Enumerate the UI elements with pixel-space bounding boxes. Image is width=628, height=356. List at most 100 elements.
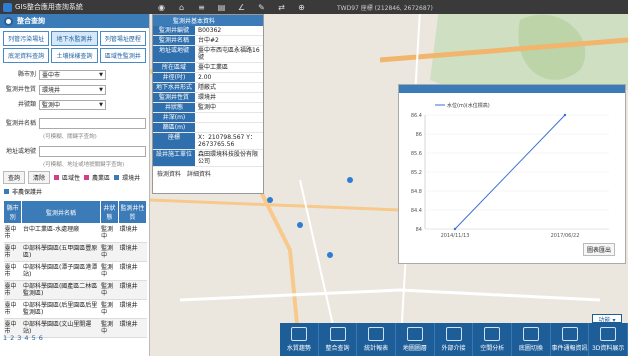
info-row: 設井施工單位 森田環境科技股份有限公司 xyxy=(153,150,263,167)
legend-label: 水位(m)(水位標高) xyxy=(447,102,490,109)
map-layer-icon xyxy=(406,327,423,341)
function-item[interactable]: 外部介接 xyxy=(435,323,474,356)
cell: 環境井 xyxy=(118,242,147,262)
table-row[interactable]: 臺中市 中部科學園區(后里園區后里監測區) 監測中 環境井 xyxy=(3,299,147,319)
legend-item: 區域性 xyxy=(53,173,80,182)
info-row: 監測井編號 B00362 xyxy=(153,26,263,36)
ruler-icon[interactable]: ⇄ xyxy=(276,2,287,13)
info-row: 井深(m) xyxy=(153,113,263,123)
tab-pollution-site[interactable]: 列管污染場址 xyxy=(3,31,50,46)
draw-icon[interactable]: ✎ xyxy=(256,2,267,13)
legend-swatch xyxy=(3,188,10,195)
function-item[interactable]: 地圖圖層 xyxy=(396,323,435,356)
col-well-name: 監測井名稱 xyxy=(21,200,101,224)
pager: 1 2 3 4 5 6 xyxy=(3,334,43,342)
tab-regional-well[interactable]: 區域性監測井 xyxy=(99,48,146,63)
event-icon xyxy=(561,327,578,341)
camera-icon[interactable]: ◉ xyxy=(156,2,167,13)
info-key: 所在區域 xyxy=(153,63,195,72)
x-tick-label: 2014/11/13 xyxy=(441,233,470,239)
basemap-icon xyxy=(522,327,539,341)
well-type-label: 監測井性質 xyxy=(5,86,36,93)
page-link[interactable]: 1 xyxy=(3,334,7,342)
y-tick-label: 84 xyxy=(416,227,422,233)
cell: 中部科學園區(國產區二林區監測區) xyxy=(21,280,101,300)
info-key: 設井施工單位 xyxy=(153,150,195,166)
page-link[interactable]: 5 xyxy=(32,334,36,342)
app-logo-icon xyxy=(3,2,12,12)
panel-header: 整合查詢 xyxy=(0,14,149,28)
info-row: 井徑(吋) 2.00 xyxy=(153,73,263,83)
locate-icon[interactable]: ⊕ xyxy=(296,2,307,13)
function-item[interactable]: 3D資料展示 xyxy=(589,323,628,356)
col-city: 縣市別 xyxy=(2,200,23,224)
function-item[interactable]: 空間分析 xyxy=(473,323,513,356)
info-value: 台中#2 xyxy=(198,37,219,44)
cell: 環境井 xyxy=(118,261,147,281)
tab-monitor-well[interactable]: 地下水監測井 xyxy=(51,31,98,46)
well-name-input[interactable] xyxy=(39,117,146,129)
function-label: 地圖圖層 xyxy=(402,345,427,352)
integrated-query-icon xyxy=(329,327,346,341)
info-row: 座標 X：210798.567 Y：2673765.56 xyxy=(153,133,263,150)
function-item[interactable]: 整合查詢 xyxy=(319,323,358,356)
layers-icon[interactable]: ≡ xyxy=(196,2,207,13)
chevron-down-icon: ▼ xyxy=(99,101,103,108)
page-link[interactable]: 4 xyxy=(24,334,28,342)
print-icon[interactable]: ▤ xyxy=(216,2,227,13)
address-input[interactable] xyxy=(39,145,146,157)
app-title-text: GIS整合應用查詢系統 xyxy=(15,3,83,11)
table-row[interactable]: 臺中市 中部科學園區(國產區二林區監測區) 監測中 環境井 xyxy=(3,280,147,300)
legend-item: 非農保護井 xyxy=(3,187,42,196)
info-key: 監測井編號 xyxy=(153,26,195,35)
legend-item: 環境井 xyxy=(113,173,140,182)
cell: 環境井 xyxy=(118,280,147,300)
table-row[interactable]: 臺中市 中部科學園區(潭子園區港潭站) 監測中 環境井 xyxy=(3,261,147,281)
info-key: 地址或地號 xyxy=(153,46,195,62)
table-row[interactable]: 臺中市 台中工業區-水處理廠 監測中 環境井 xyxy=(3,223,147,243)
data-point xyxy=(563,113,567,117)
page-link[interactable]: 6 xyxy=(39,334,43,342)
function-item[interactable]: 底圖切換 xyxy=(512,323,551,356)
table-row[interactable]: 臺中市 中部科學園區(五甲園區豐原區) 監測中 環境井 xyxy=(3,242,147,262)
info-row: 井狀態 監測中 xyxy=(153,103,263,113)
x-tick-label: 2017/06/22 xyxy=(551,233,580,239)
function-item[interactable]: 統計報表 xyxy=(357,323,397,356)
function-bar: 水質趨勢 整合查詢 統計報表 地圖圖層 外部介接 空間分析 底圖切換 事件通報資訊 3D資料展示 xyxy=(280,323,628,356)
well-name-hint: (可模糊、關鍵字查詢) xyxy=(43,134,97,140)
query-tabs: 列管污染場址 地下水監測井 列管場址歷程 底泥資料查詢 土壤採樣查詢 區域性監測… xyxy=(0,28,149,65)
toolbar-tools: ◉ ⌂ ≡ ▤ ∠ ✎ ⇄ ⊕ xyxy=(156,2,307,13)
chart-export-button[interactable]: 圖表匯出 xyxy=(582,243,615,256)
well-type-select[interactable]: 環境井 ▼ xyxy=(39,84,106,95)
city-value: 臺中市 xyxy=(42,72,61,79)
y-tick-label: 84.8 xyxy=(411,189,422,195)
function-item[interactable]: 事件通報資訊 xyxy=(551,323,590,356)
tab-sediment[interactable]: 底泥資料查詢 xyxy=(3,48,50,63)
data-point xyxy=(453,227,457,231)
legend-label: 區域性 xyxy=(62,175,81,182)
function-label: 底圖切換 xyxy=(518,345,543,352)
info-value: 森田環境科技股份有限公司 xyxy=(198,151,259,165)
measure-icon[interactable]: ∠ xyxy=(236,2,247,13)
info-value: 隱蔽式 xyxy=(198,84,217,91)
test-data-link[interactable]: 檢測資料 xyxy=(157,169,181,178)
page-link[interactable]: 3 xyxy=(17,334,21,342)
well-class-select[interactable]: 監測中 ▼ xyxy=(39,99,106,110)
function-item[interactable]: 水質趨勢 xyxy=(280,323,319,356)
tab-soil-sampling[interactable]: 土壤採樣查詢 xyxy=(51,48,98,63)
city-select[interactable]: 臺中市 ▼ xyxy=(39,69,106,80)
clear-button[interactable]: 清除 xyxy=(28,171,51,184)
home-icon[interactable]: ⌂ xyxy=(176,2,187,13)
info-title: 監測井基本資料 xyxy=(153,15,263,26)
function-label: 整合查詢 xyxy=(325,345,350,352)
info-value: 2.00 xyxy=(198,74,212,81)
tab-site-history[interactable]: 列管場址歷程 xyxy=(99,31,146,46)
info-key: 監測井名稱 xyxy=(153,36,195,45)
cell: 中部科學園區(五甲園區豐原區) xyxy=(21,242,101,262)
cell: 環境井 xyxy=(118,299,147,319)
detail-link[interactable]: 詳細資料 xyxy=(187,169,211,178)
page-link[interactable]: 2 xyxy=(10,334,14,342)
panel-title: 整合查詢 xyxy=(17,17,45,25)
function-toggle[interactable]: 功能 ▾ xyxy=(592,314,622,324)
query-button[interactable]: 查詢 xyxy=(3,171,26,184)
